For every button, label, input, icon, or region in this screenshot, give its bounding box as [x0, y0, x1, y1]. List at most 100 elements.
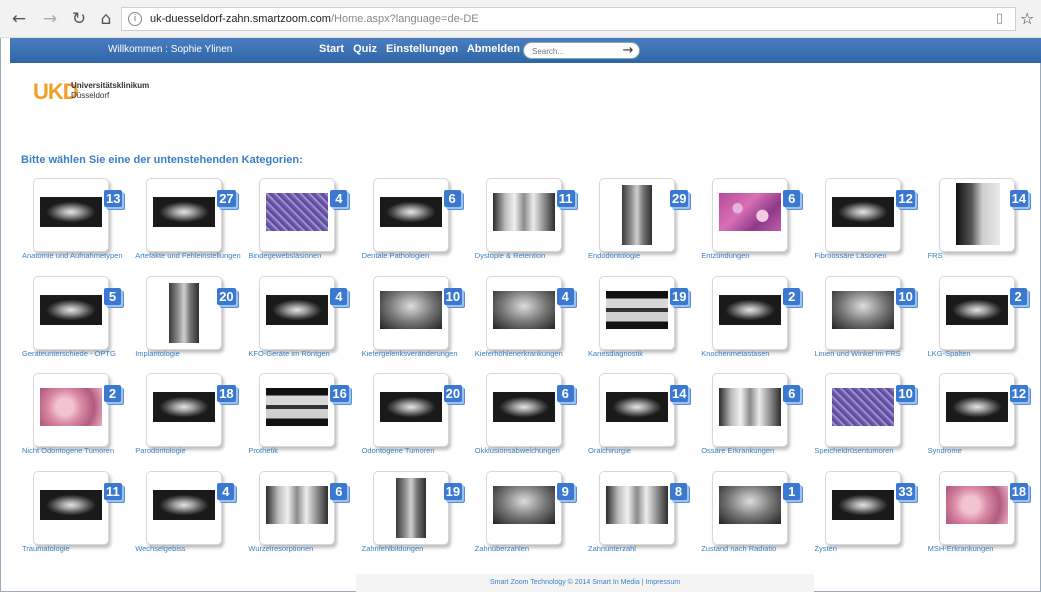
- category-card[interactable]: 20: [146, 275, 236, 350]
- category-card[interactable]: 6: [712, 373, 801, 447]
- category-tile[interactable]: 6 Okklusionsabweichungen: [475, 373, 587, 465]
- category-card[interactable]: 29: [599, 178, 689, 252]
- category-label[interactable]: Zahnüberzahlen: [475, 544, 585, 553]
- category-card[interactable]: 5: [33, 275, 121, 350]
- category-label[interactable]: Oralchirurgie: [588, 446, 698, 455]
- category-label[interactable]: Artefakte und Fehleinstellungen: [135, 251, 245, 260]
- category-tile[interactable]: 18 MSH-Erkrankungen: [928, 470, 1040, 563]
- category-label[interactable]: LKG-Spalten: [928, 349, 1038, 358]
- category-card[interactable]: 4: [259, 275, 348, 350]
- category-card[interactable]: 13: [33, 178, 123, 252]
- category-card[interactable]: 4: [259, 178, 348, 252]
- category-label[interactable]: MSH-Erkrankungen: [928, 544, 1038, 553]
- category-tile[interactable]: 29 Endodontologie: [588, 178, 700, 270]
- category-tile[interactable]: 13 Anatomie und Aufnahmetypen: [22, 178, 134, 270]
- category-card[interactable]: 20: [372, 373, 463, 447]
- forward-icon[interactable]: →: [40, 9, 60, 29]
- category-label[interactable]: Nicht Odontogene Tumoren: [22, 446, 132, 455]
- category-tile[interactable]: 11 Dystopie & Retention: [475, 178, 587, 270]
- category-card[interactable]: 11: [485, 178, 575, 252]
- category-card[interactable]: 19: [599, 275, 689, 350]
- category-card[interactable]: 10: [825, 373, 915, 447]
- category-tile[interactable]: 19 Zahnfehlbildungen: [362, 470, 474, 563]
- category-label[interactable]: Knochenmetastasen: [701, 349, 811, 358]
- category-card[interactable]: 2: [712, 275, 801, 350]
- category-card[interactable]: 12: [938, 373, 1029, 447]
- category-label[interactable]: Dystopie & Retention: [475, 251, 585, 260]
- category-label[interactable]: FRS: [928, 251, 1038, 260]
- category-tile[interactable]: 9 Zahnüberzahlen: [475, 470, 587, 563]
- category-card[interactable]: 4: [146, 470, 235, 545]
- category-label[interactable]: Syndrome: [928, 446, 1038, 455]
- category-card[interactable]: 10: [825, 275, 915, 350]
- category-tile[interactable]: 20 Odontogene Tumoren: [362, 373, 474, 465]
- category-tile[interactable]: 19 Kariesdiagnostik: [588, 275, 700, 368]
- category-label[interactable]: Dentale Pathologien: [362, 251, 472, 260]
- reload-icon[interactable]: ↻: [69, 9, 89, 29]
- category-tile[interactable]: 1 Zustand nach Radiatio: [701, 470, 813, 563]
- nav-einstellungen[interactable]: Einstellungen: [386, 43, 458, 55]
- category-card[interactable]: 9: [485, 470, 574, 545]
- category-tile[interactable]: 4 KFO-Geräte im Röntgen: [248, 275, 360, 368]
- category-card[interactable]: 19: [372, 470, 463, 545]
- category-tile[interactable]: 2 LKG-Spalten: [928, 275, 1040, 368]
- category-label[interactable]: Anatomie und Aufnahmetypen: [22, 251, 132, 260]
- category-card[interactable]: 6: [712, 178, 801, 252]
- category-tile[interactable]: 12 Fibroossäre Läsionen: [814, 178, 926, 270]
- category-card[interactable]: 12: [825, 178, 915, 252]
- category-card[interactable]: 33: [825, 470, 915, 545]
- category-label[interactable]: Zahnfehlbildungen: [362, 544, 472, 553]
- category-label[interactable]: Prothetik: [248, 446, 358, 455]
- category-tile[interactable]: 10 Speicheldrüsentumoren: [814, 373, 926, 465]
- category-tile[interactable]: 14 FRS: [928, 178, 1040, 270]
- category-tile[interactable]: 16 Prothetik: [248, 373, 360, 465]
- category-tile[interactable]: 11 Traumatologie: [22, 470, 134, 563]
- favorite-star-icon[interactable]: ☆: [1020, 9, 1034, 28]
- category-label[interactable]: Linien und Winkel im FRS: [814, 349, 924, 358]
- nav-start[interactable]: Start: [319, 43, 344, 55]
- category-label[interactable]: Bindegewebsläsionen: [248, 251, 358, 260]
- category-label[interactable]: Kiefergelenksveränderungen: [362, 349, 472, 358]
- category-label[interactable]: Wurzelresorptionen: [248, 544, 358, 553]
- nav-abmelden[interactable]: Abmelden: [467, 43, 520, 55]
- category-card[interactable]: 11: [33, 470, 122, 545]
- nav-quiz[interactable]: Quiz: [353, 43, 377, 55]
- category-card[interactable]: 6: [485, 373, 574, 447]
- category-tile[interactable]: 6 Wurzelresorptionen: [248, 470, 360, 563]
- back-icon[interactable]: ←: [9, 9, 29, 29]
- category-label[interactable]: Implantologie: [135, 349, 245, 358]
- category-tile[interactable]: 4 Wechselgebiss: [135, 470, 247, 563]
- category-tile[interactable]: 12 Syndrome: [928, 373, 1040, 465]
- category-card[interactable]: 2: [938, 275, 1027, 350]
- category-card[interactable]: 16: [259, 373, 349, 447]
- category-card[interactable]: 18: [146, 373, 236, 447]
- category-label[interactable]: Kariesdiagnostik: [588, 349, 698, 358]
- category-tile[interactable]: 10 Kiefergelenksveränderungen: [362, 275, 474, 368]
- category-card[interactable]: 10: [372, 275, 463, 350]
- category-tile[interactable]: 33 Zysten: [814, 470, 926, 563]
- category-label[interactable]: Speicheldrüsentumoren: [814, 446, 924, 455]
- address-bar[interactable]: i uk-duesseldorf-zahn.smartzoom.com/Home…: [121, 7, 1016, 31]
- category-label[interactable]: Okklusionsabweichungen: [475, 446, 585, 455]
- reader-view-icon[interactable]: ▯: [996, 11, 1003, 26]
- search-submit-icon[interactable]: →: [620, 43, 636, 58]
- category-tile[interactable]: 2 Nicht Odontogene Tumoren: [22, 373, 134, 465]
- category-tile[interactable]: 18 Parodontologie: [135, 373, 247, 465]
- category-label[interactable]: KFO-Geräte im Röntgen: [248, 349, 358, 358]
- category-tile[interactable]: 20 Implantologie: [135, 275, 247, 368]
- category-card[interactable]: 4: [485, 275, 574, 350]
- category-card[interactable]: 1: [712, 470, 801, 545]
- category-label[interactable]: Fibroossäre Läsionen: [814, 251, 924, 260]
- category-card[interactable]: 6: [372, 178, 461, 252]
- category-tile[interactable]: 6 Entzündungen: [701, 178, 813, 270]
- category-label[interactable]: Wechselgebiss: [135, 544, 245, 553]
- category-card[interactable]: 8: [599, 470, 687, 545]
- category-card[interactable]: 2: [33, 373, 121, 447]
- category-label[interactable]: Odontogene Tumoren: [362, 446, 472, 455]
- category-label[interactable]: Geräteunterschiede - OPTG: [22, 349, 132, 358]
- category-label[interactable]: Entzündungen: [701, 251, 811, 260]
- category-card[interactable]: 27: [146, 178, 236, 252]
- category-label[interactable]: Kieferhöhlenerkrankungen: [475, 349, 585, 358]
- info-icon[interactable]: i: [128, 12, 142, 26]
- category-label[interactable]: Zysten: [814, 544, 924, 553]
